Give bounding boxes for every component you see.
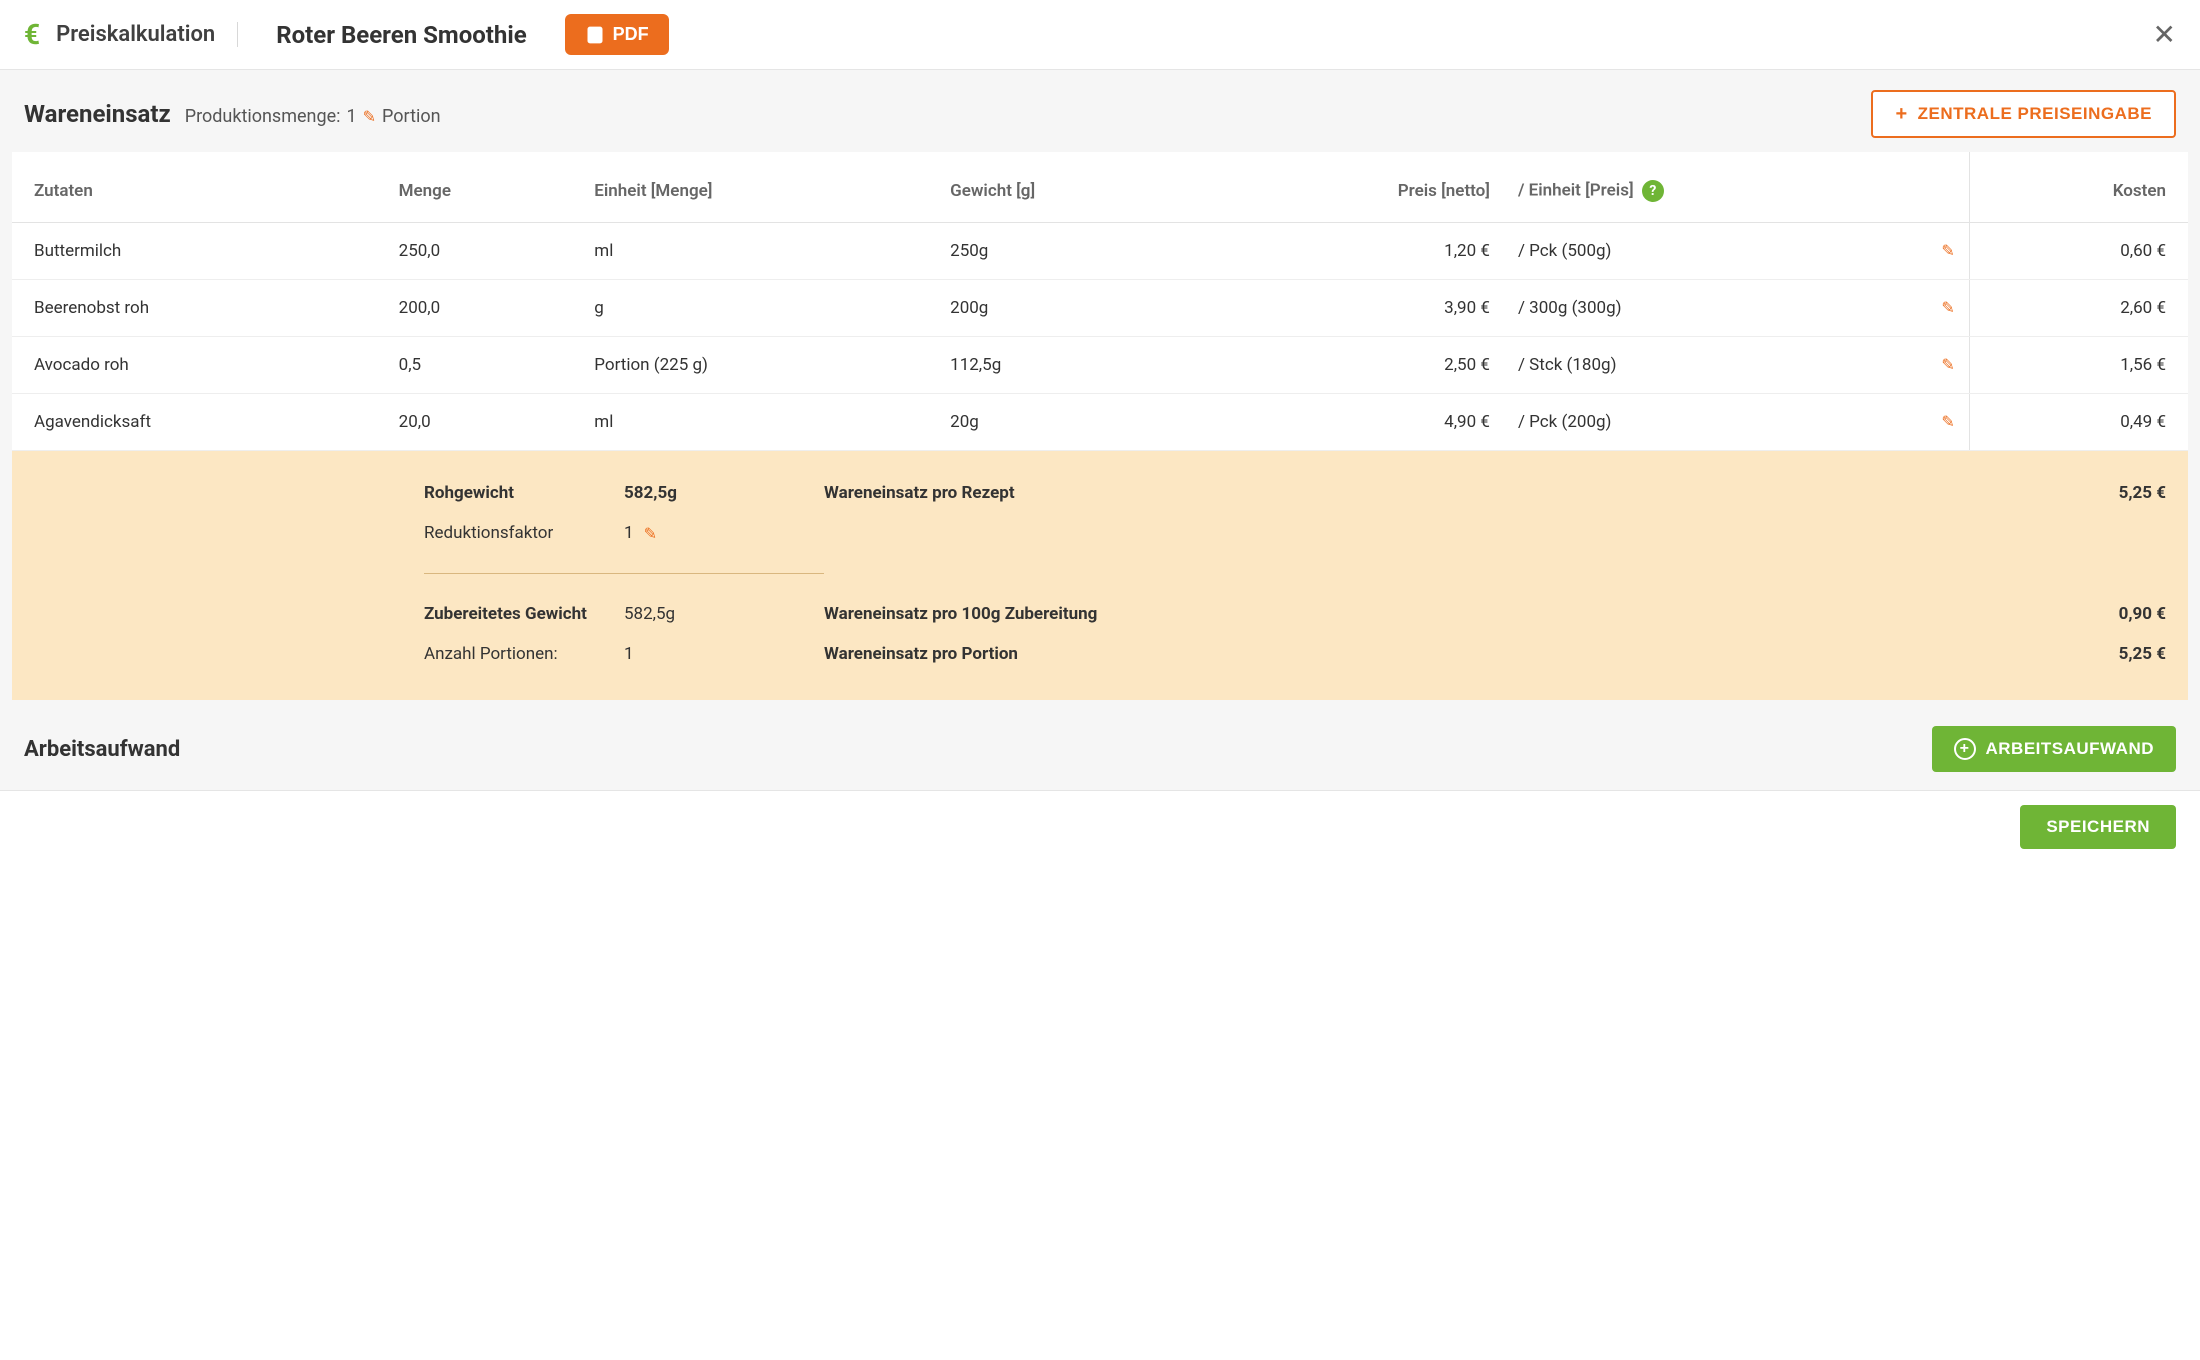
col-menge: Menge	[385, 152, 581, 223]
wareneinsatz-rezept-value: 5,25 €	[1986, 483, 2166, 503]
central-price-label: ZENTRALE PREISEINGABE	[1918, 104, 2152, 124]
plus-circle-icon: +	[1954, 738, 1976, 760]
zubereitet-label: Zubereitetes Gewicht	[424, 604, 624, 624]
cell-kosten: 0,49 €	[1969, 394, 2188, 451]
cell-gewicht: 112,5g	[936, 337, 1211, 394]
cell-menge: 0,5	[385, 337, 581, 394]
pencil-icon: ✎	[363, 107, 376, 126]
prod-qty-label: Produktionsmenge:	[185, 106, 341, 127]
zubereitet-value: 582,5g	[624, 604, 824, 624]
cell-preis: 3,90 €	[1211, 280, 1504, 337]
rohgewicht-label: Rohgewicht	[424, 483, 624, 503]
col-gewicht: Gewicht [g]	[936, 152, 1211, 223]
cell-einheit-preis: / 300g (300g)	[1504, 280, 1927, 337]
header-bar: € Preiskalkulation Roter Beeren Smoothie…	[0, 0, 2200, 70]
wareneinsatz-rezept-label: Wareneinsatz pro Rezept	[824, 483, 1986, 503]
cell-menge: 20,0	[385, 394, 581, 451]
ingredients-table: Zutaten Menge Einheit [Menge] Gewicht [g…	[12, 152, 2188, 451]
pencil-icon: ✎	[644, 524, 657, 543]
recipe-name: Roter Beeren Smoothie	[276, 21, 526, 49]
edit-reduktion-button[interactable]: ✎	[644, 524, 657, 543]
prod-qty-unit: Portion	[382, 106, 441, 127]
cell-kosten: 1,56 €	[1969, 337, 2188, 394]
arbeitsaufwand-section: Arbeitsaufwand + ARBEITSAUFWAND	[0, 700, 2200, 790]
cell-einheit: Portion (225 g)	[580, 337, 936, 394]
cell-gewicht: 250g	[936, 223, 1211, 280]
cell-menge: 200,0	[385, 280, 581, 337]
edit-row-button[interactable]: ✎	[1941, 241, 1954, 260]
col-preis-netto: Preis [netto]	[1211, 152, 1504, 223]
cell-einheit-preis: / Stck (180g)	[1504, 337, 1927, 394]
euro-icon: €	[24, 18, 40, 51]
module-title: Preiskalkulation	[56, 22, 238, 47]
pdf-icon: PDF	[585, 25, 605, 45]
cell-preis: 2,50 €	[1211, 337, 1504, 394]
cell-gewicht: 20g	[936, 394, 1211, 451]
table-row: Avocado roh 0,5 Portion (225 g) 112,5g 2…	[12, 337, 2188, 394]
portionen-label: Anzahl Portionen:	[424, 644, 624, 664]
svg-text:PDF: PDF	[589, 32, 601, 38]
plus-icon: +	[1895, 104, 1907, 124]
cell-einheit: g	[580, 280, 936, 337]
table-row: Beerenobst roh 200,0 g 200g 3,90 € / 300…	[12, 280, 2188, 337]
portionen-value: 1	[624, 644, 824, 664]
reduktion-value: 1	[624, 523, 634, 543]
wareneinsatz-100g-value: 0,90 €	[1986, 604, 2166, 624]
col-kosten: Kosten	[1969, 152, 2188, 223]
pdf-label: PDF	[613, 24, 649, 45]
pencil-icon: ✎	[1941, 412, 1954, 431]
cell-einheit: ml	[580, 394, 936, 451]
central-price-button[interactable]: + ZENTRALE PREISEINGABE	[1871, 90, 2176, 138]
col-einheit-preis: / Einheit [Preis] ?	[1504, 152, 1927, 223]
pencil-icon: ✎	[1941, 298, 1954, 317]
reduktion-label: Reduktionsfaktor	[424, 523, 624, 543]
section-title: Wareneinsatz	[24, 100, 171, 128]
wareneinsatz-portion-value: 5,25 €	[1986, 644, 2166, 664]
cell-kosten: 0,60 €	[1969, 223, 2188, 280]
close-icon: ✕	[2153, 19, 2176, 50]
add-arbeitsaufwand-button[interactable]: + ARBEITSAUFWAND	[1932, 726, 2177, 772]
cell-zutat: Agavendicksaft	[12, 394, 385, 451]
cell-zutat: Buttermilch	[12, 223, 385, 280]
pdf-button[interactable]: PDF PDF	[565, 14, 669, 55]
rohgewicht-value: 582,5g	[624, 483, 824, 503]
pencil-icon: ✎	[1941, 241, 1954, 260]
table-row: Buttermilch 250,0 ml 250g 1,20 € / Pck (…	[12, 223, 2188, 280]
wareneinsatz-portion-label: Wareneinsatz pro Portion	[824, 644, 1986, 664]
save-button[interactable]: SPEICHERN	[2020, 805, 2176, 849]
cell-zutat: Avocado roh	[12, 337, 385, 394]
work-title: Arbeitsaufwand	[24, 737, 180, 762]
pencil-icon: ✎	[1941, 355, 1954, 374]
col-einheit-preis-label: / Einheit [Preis]	[1518, 180, 1634, 200]
cell-gewicht: 200g	[936, 280, 1211, 337]
cell-einheit: ml	[580, 223, 936, 280]
edit-row-button[interactable]: ✎	[1941, 298, 1954, 317]
table-row: Agavendicksaft 20,0 ml 20g 4,90 € / Pck …	[12, 394, 2188, 451]
cell-preis: 1,20 €	[1211, 223, 1504, 280]
cell-zutat: Beerenobst roh	[12, 280, 385, 337]
cell-preis: 4,90 €	[1211, 394, 1504, 451]
edit-row-button[interactable]: ✎	[1941, 355, 1954, 374]
cell-einheit-preis: / Pck (200g)	[1504, 394, 1927, 451]
close-button[interactable]: ✕	[2153, 21, 2176, 49]
wareneinsatz-section-bar: Wareneinsatz Produktionsmenge: 1 ✎ Porti…	[0, 70, 2200, 152]
wareneinsatz-100g-label: Wareneinsatz pro 100g Zubereitung	[824, 604, 1986, 624]
work-button-label: ARBEITSAUFWAND	[1986, 739, 2155, 759]
help-icon[interactable]: ?	[1642, 180, 1664, 202]
col-einheit-menge: Einheit [Menge]	[580, 152, 936, 223]
summary-block: Rohgewicht 582,5g Wareneinsatz pro Rezep…	[12, 451, 2188, 700]
cell-einheit-preis: / Pck (500g)	[1504, 223, 1927, 280]
col-zutaten: Zutaten	[12, 152, 385, 223]
edit-prod-qty-button[interactable]: ✎	[363, 107, 376, 126]
edit-row-button[interactable]: ✎	[1941, 412, 1954, 431]
footer-bar: SPEICHERN	[0, 790, 2200, 863]
cell-kosten: 2,60 €	[1969, 280, 2188, 337]
cell-menge: 250,0	[385, 223, 581, 280]
prod-qty-value: 1	[347, 106, 357, 127]
col-edit	[1927, 152, 1969, 223]
